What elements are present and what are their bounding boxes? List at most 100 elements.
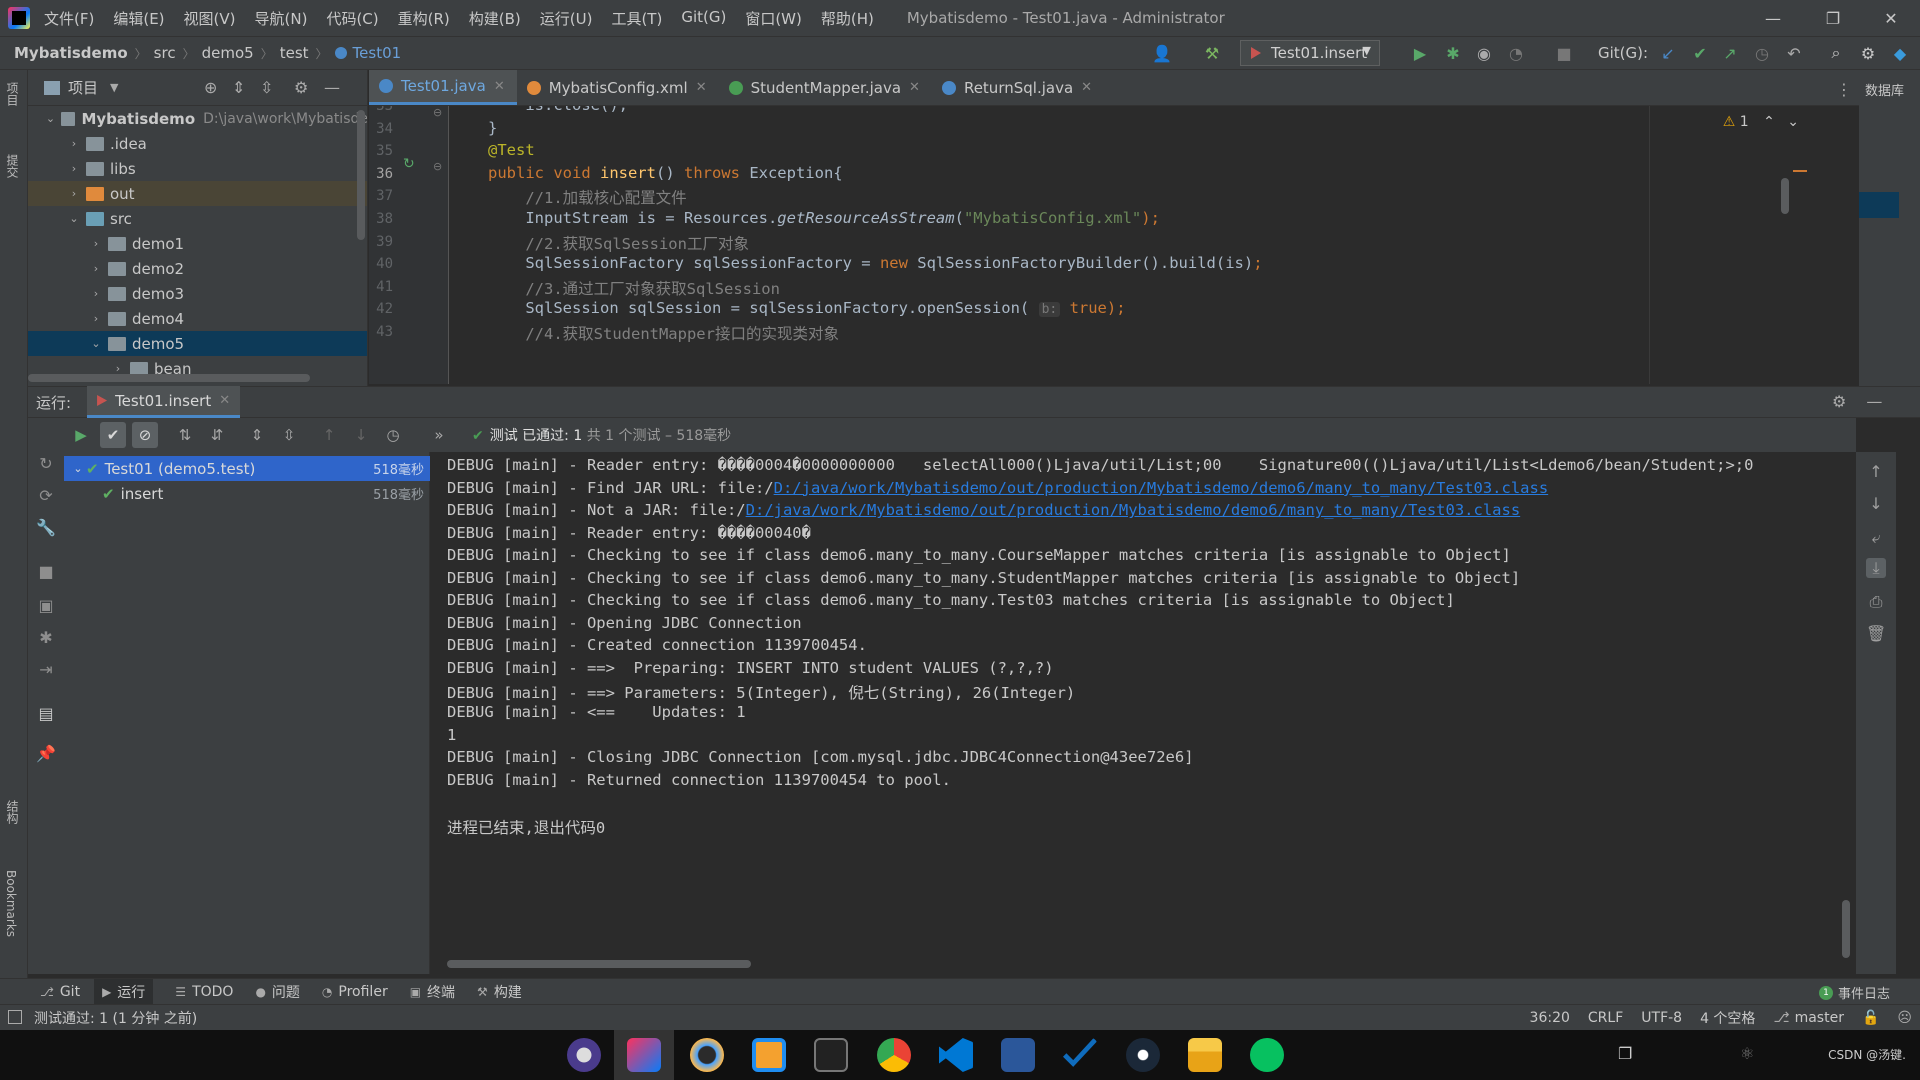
code-editor[interactable]: 33 34 35 36 37 38 39 40 41 42 43 ↻ ⊖ ⊖ is.close();… [369,106,1859,384]
project-tree-row[interactable]: › demo1 [28,231,367,256]
pin-icon[interactable]: 📌 [36,744,56,764]
arrow-up-icon[interactable]: ↑ [1866,462,1886,481]
chevron-down-icon[interactable]: ⌄ [66,212,82,225]
locate-icon[interactable]: ⊕ [204,78,217,97]
profile-icon[interactable]: ◔ [1504,41,1528,65]
user-icon[interactable]: 👤 [1150,41,1174,65]
tool-window-button[interactable]: ☰ TODO [175,984,233,1000]
file-explorer-taskbar-icon[interactable] [1188,1038,1222,1072]
toggle-tool-windows-icon[interactable] [8,1010,22,1024]
close-icon[interactable]: ✕ [696,80,707,95]
menu-item[interactable]: Git(G) [681,8,726,29]
expand-all-icon[interactable]: ⇕ [244,422,270,448]
project-tree-row[interactable]: ⌄ demo5 [28,331,367,356]
run-gutter-icon[interactable]: ↻ [403,156,415,172]
stop-icon[interactable]: ■ [1552,41,1576,65]
stripe-commit[interactable]: 提交 [4,154,21,178]
close-icon[interactable]: ✕ [494,79,505,94]
project-tree-row[interactable]: › demo4 [28,306,367,331]
tool-window-button[interactable]: ⎇ Git [40,984,80,1000]
breadcrumb-item[interactable]: Mybatisdemo [14,44,128,62]
menu-item[interactable]: 编辑(E) [113,8,164,29]
console-link[interactable]: D:/java/work/Mybatisdemo/out/production/… [746,501,1521,519]
inspection-icon[interactable]: ☹ [1897,1010,1912,1026]
tool-window-button[interactable]: ● 问题 [255,982,299,1002]
file-encoding[interactable]: UTF-8 [1641,1010,1682,1026]
breadcrumb-item[interactable]: test [280,44,309,62]
close-icon[interactable]: ✕ [219,393,230,408]
fold-icon[interactable]: ⊖ [433,106,442,119]
scrollbar[interactable] [28,374,310,382]
show-passed-icon[interactable]: ✔ [100,422,126,448]
editor-tab[interactable]: Test01.java ✕ [369,70,517,105]
caret-position[interactable]: 36:20 [1530,1010,1570,1026]
git-update-icon[interactable]: ↙ [1656,41,1680,65]
vscode-taskbar-icon[interactable] [939,1038,973,1072]
project-title[interactable]: 项目 [68,77,98,98]
status-message[interactable]: 测试通过: 1 (1 分钟 之前) [34,1008,197,1028]
wrench-icon[interactable]: 🔧 [36,518,56,538]
minimize-icon[interactable]: — [1744,0,1802,36]
tool-window-button[interactable]: ▶ 运行 [94,978,154,1005]
menu-item[interactable]: 重构(R) [398,8,450,29]
print-icon[interactable]: ⎙ [1866,592,1886,612]
project-tree-row[interactable]: ⌄ src [28,206,367,231]
task-view-icon[interactable]: ❐ [1618,1044,1632,1063]
indent-setting[interactable]: 4 个空格 [1700,1008,1755,1028]
git-push-icon[interactable]: ↗ [1718,41,1742,65]
terminal-taskbar-icon[interactable] [814,1038,848,1072]
warning-marker[interactable] [1793,170,1807,172]
chevron-right-icon[interactable]: › [88,287,104,300]
tray-icon[interactable]: ⚛ [1740,1044,1754,1063]
search-icon[interactable]: ⌕ [1824,41,1848,65]
settings-gear-icon[interactable]: ⚙ [294,78,308,97]
stripe-project[interactable]: 项目 [4,82,21,106]
todo-taskbar-icon[interactable] [1063,1038,1097,1067]
chevron-down-icon[interactable]: ⌄ [70,462,86,475]
rerun-failed-icon[interactable]: ↻ [36,454,56,474]
menu-item[interactable]: 文件(F) [44,8,94,29]
console-output[interactable]: DEBUG [main] - Not a JAR: file:/D:/java/… [430,452,1856,974]
lock-icon[interactable]: 🔓 [1862,1010,1879,1026]
chevron-down-icon[interactable]: ⌄ [1787,114,1799,130]
stop-icon[interactable]: ■ [36,562,56,582]
chevron-right-icon[interactable]: › [66,162,82,175]
run-tab[interactable]: Test01.insert ✕ [87,386,241,418]
debug-icon[interactable]: ✱ [1441,41,1465,65]
rerun-icon[interactable]: ▶ [68,422,94,448]
expand-all-icon[interactable]: ⇕ [232,78,245,97]
fold-icon[interactable]: ⊖ [433,160,442,173]
editor-tab[interactable]: ReturnSql.java ✕ [932,70,1104,105]
wechat-taskbar-icon[interactable] [1250,1038,1284,1072]
stripe-bookmarks[interactable]: Bookmarks [4,870,18,937]
editor-tab[interactable]: StudentMapper.java ✕ [719,70,932,105]
chevron-down-icon[interactable]: ⌄ [88,337,104,350]
browser-taskbar-icon[interactable] [690,1038,724,1072]
project-tree-row[interactable]: › libs [28,156,367,181]
rollback-icon[interactable]: ↶ [1782,41,1806,65]
intellij-logo-icon[interactable] [8,7,30,29]
chrome-taskbar-icon[interactable] [877,1038,911,1072]
project-tree-row[interactable]: › demo3 [28,281,367,306]
show-ignored-icon[interactable]: ⊘ [132,422,158,448]
chevron-down-icon[interactable]: ▼ [110,81,118,94]
tool-window-button[interactable]: ◔ Profiler [322,984,388,1000]
console-link[interactable]: D:/java/work/Mybatisdemo/out/production/… [774,479,1549,497]
menu-item[interactable]: 窗口(W) [745,8,802,29]
menu-item[interactable]: 运行(U) [540,8,593,29]
more-icon[interactable]: ⋮ [1836,80,1852,99]
settings-gear-icon[interactable]: ⚙ [1856,41,1880,65]
project-tree-row[interactable]: › demo2 [28,256,367,281]
arrow-up-icon[interactable]: ↑ [316,422,342,448]
test-tree-row[interactable]: ✔ insert 518毫秒 [64,481,430,506]
chevron-right-icon[interactable]: › [88,262,104,275]
scrollbar[interactable] [357,110,365,240]
word-taskbar-icon[interactable] [1001,1038,1035,1072]
build-hammer-icon[interactable]: ⚒ [1200,41,1224,65]
menu-item[interactable]: 视图(V) [184,8,236,29]
app-taskbar-icon[interactable] [752,1038,786,1072]
tool-window-button[interactable]: ▣ 终端 [410,982,455,1002]
breadcrumb-item[interactable]: demo5 [202,44,254,62]
scrollbar[interactable] [1842,900,1850,958]
event-log-button[interactable]: 1 事件日志 [1818,983,1890,1002]
